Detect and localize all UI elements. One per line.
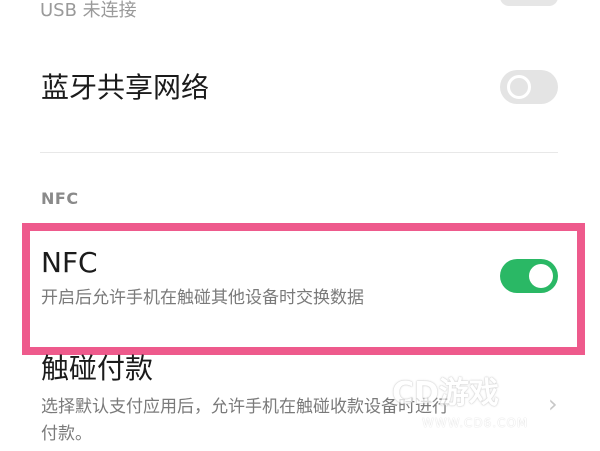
tap-to-pay-subtitle-line2: 付款。 [41, 424, 92, 444]
toggle-knob [507, 75, 531, 99]
nfc-section-header: NFC [41, 189, 79, 208]
watermark-brand: CD游戏 [392, 376, 499, 411]
section-divider [40, 152, 558, 153]
nfc-highlight-box [22, 223, 585, 355]
site-watermark: CD游戏 WWW.CD6.COM [392, 374, 592, 446]
bluetooth-tethering-title: 蓝牙共享网络 [41, 71, 210, 104]
usb-tethering-subtitle: USB 未连接 [40, 0, 137, 21]
usb-tethering-toggle[interactable] [500, 0, 558, 6]
watermark-url: WWW.CD6.COM [422, 416, 529, 430]
tap-to-pay-title[interactable]: 触碰付款 [41, 352, 153, 386]
bluetooth-tethering-toggle[interactable] [500, 70, 558, 104]
tap-to-pay-subtitle-line1: 选择默认支付应用后，允许手机在触碰收款设备时进行 [41, 397, 449, 417]
